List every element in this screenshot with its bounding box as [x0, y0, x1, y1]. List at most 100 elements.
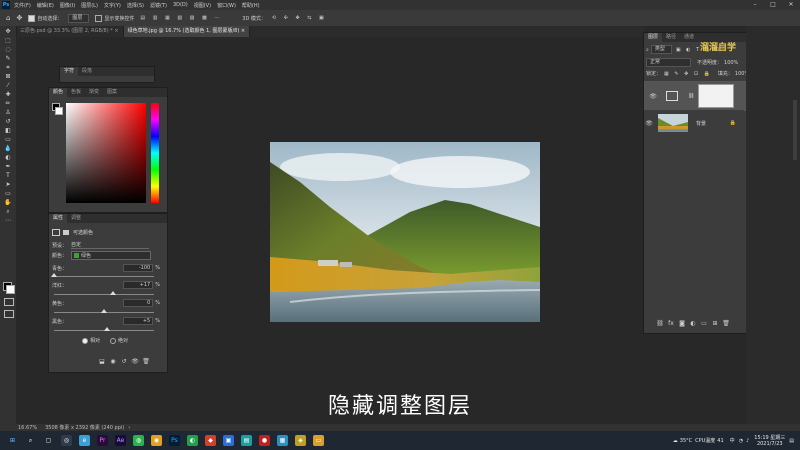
notification-icon[interactable]: ▤	[789, 438, 794, 444]
tab-adjustments[interactable]: 调整	[67, 214, 85, 223]
stamp-tool-icon[interactable]: ♙	[3, 109, 13, 116]
app-icon-yellow[interactable]: ◈	[295, 435, 306, 446]
gradient-icon[interactable]: ▭	[3, 136, 13, 143]
marquee-tool-icon[interactable]: ⬚	[3, 37, 13, 44]
app-icon-green[interactable]: ◐	[187, 435, 198, 446]
menu-edit[interactable]: 编辑(E)	[37, 2, 54, 9]
saturation-value-picker[interactable]	[66, 103, 146, 203]
weather-icon[interactable]: ☁	[673, 438, 678, 444]
eyedropper-icon[interactable]: ⁄	[3, 82, 13, 89]
clock[interactable]: 15:19 星期三 2021/7/23	[754, 435, 785, 447]
app-icon-teal[interactable]: ▤	[241, 435, 252, 446]
after-effects-icon[interactable]: Ae	[115, 435, 126, 446]
lasso-tool-icon[interactable]: ◌	[3, 46, 13, 53]
hand-tool-icon[interactable]: ✋	[3, 199, 13, 206]
close-icon[interactable]: ✕	[782, 0, 800, 10]
browser-icon[interactable]: ◎	[61, 435, 72, 446]
clip-to-layer-icon[interactable]: ⬓	[98, 358, 106, 365]
black-input[interactable]: +5	[123, 317, 154, 325]
weather-temp[interactable]: 35°C	[680, 438, 692, 444]
menu-type[interactable]: 文字(Y)	[104, 2, 121, 9]
chain-link-icon[interactable]: ⛓	[688, 93, 694, 100]
new-group-icon[interactable]: ▭	[700, 320, 708, 327]
colors-dropdown[interactable]: 绿色	[71, 250, 152, 260]
yellow-input[interactable]: 0	[123, 299, 154, 307]
network-icon[interactable]: ◔	[739, 438, 743, 444]
menu-select[interactable]: 选择(S)	[127, 2, 144, 9]
black-slider[interactable]	[54, 327, 154, 331]
menu-window[interactable]: 窗口(W)	[217, 2, 236, 9]
menu-layer[interactable]: 图层(L)	[81, 2, 98, 9]
layer-row-background[interactable]: 👁 背景 🔒	[644, 110, 744, 136]
crop-tool-icon[interactable]: ⌗	[3, 64, 13, 71]
new-layer-icon[interactable]: ⊞	[711, 320, 719, 327]
preset-dropdown[interactable]: 自定	[71, 241, 150, 249]
tab-sanyuanse[interactable]: 三原色.psd @ 33.3% (图层 2, RGB/8) * ×	[16, 26, 124, 37]
tab-layers[interactable]: 图层	[644, 33, 663, 42]
menu-filter[interactable]: 滤镜(T)	[150, 2, 167, 9]
windows-start-icon[interactable]: ⊞	[7, 435, 18, 446]
radio-relative[interactable]: 相对	[82, 337, 100, 344]
tab-color[interactable]: 颜色	[49, 88, 68, 97]
shape-tool-icon[interactable]: ▭	[3, 190, 13, 197]
hue-slider[interactable]	[151, 103, 159, 203]
app-icon-cyan[interactable]: ▦	[277, 435, 288, 446]
slider-knob[interactable]	[101, 309, 107, 313]
tab-close-icon[interactable]: ×	[114, 28, 118, 34]
menu-3d[interactable]: 3D(D)	[173, 2, 188, 8]
app-icon-red[interactable]: ◆	[205, 435, 216, 446]
cyan-slider[interactable]	[51, 273, 154, 277]
delete-icon[interactable]: 🗑	[142, 358, 150, 365]
visibility-eye-icon[interactable]: 👁	[644, 120, 654, 127]
tab-gradients[interactable]: 渐变	[85, 88, 103, 97]
pen-tool-icon[interactable]: ✒	[3, 163, 13, 170]
align-icons[interactable]: ▤ ▥ ▦ ▧ ▨ ▩ ⋯	[140, 15, 222, 21]
record-icon[interactable]: ●	[259, 435, 270, 446]
quick-select-icon[interactable]: ✎	[3, 55, 13, 62]
dock-scrollbar[interactable]	[793, 100, 797, 160]
chrome-icon[interactable]: ◉	[151, 435, 162, 446]
more-tools-icon[interactable]: ⋯	[3, 217, 13, 224]
add-mask-icon[interactable]: ◙	[678, 320, 686, 327]
blur-tool-icon[interactable]: 💧	[3, 145, 13, 152]
3d-mode-icons[interactable]: ⟲ ✣ ✥ ⇆ ▣	[272, 15, 327, 21]
path-select-icon[interactable]: ➤	[3, 181, 13, 188]
color-bg-swatch[interactable]	[55, 107, 63, 115]
tab-green-grass[interactable]: 绿色草地.jpg @ 16.7% (选取颜色 1, 图层蒙版/8) ×	[123, 26, 251, 37]
tab-properties[interactable]: 属性	[49, 214, 68, 223]
view-previous-icon[interactable]: ◉	[109, 358, 117, 365]
history-brush-icon[interactable]: ↺	[3, 118, 13, 125]
link-layers-icon[interactable]: ⛓	[656, 320, 664, 327]
tab-swatches[interactable]: 色板	[67, 88, 85, 97]
magenta-slider[interactable]	[54, 291, 154, 295]
eraser-icon[interactable]: ◧	[3, 127, 13, 134]
radio-absolute[interactable]: 绝对	[110, 337, 128, 344]
lock-icons[interactable]: ▦ ✎ ✥ ⊡ 🔒	[664, 71, 712, 77]
frame-tool-icon[interactable]: ⊠	[3, 73, 13, 80]
healing-brush-icon[interactable]: ✚	[3, 91, 13, 98]
cyan-input[interactable]: -100	[123, 264, 154, 272]
opacity-input[interactable]: 100%	[724, 60, 738, 66]
layer-kind-dropdown[interactable]: 类型	[650, 45, 672, 54]
tab-channels[interactable]: 通道	[680, 33, 698, 42]
edge-icon[interactable]: e	[79, 435, 90, 446]
zoom-level[interactable]: 16.67%	[18, 425, 37, 431]
visibility-icon[interactable]: 👁	[131, 358, 139, 365]
status-arrow-icon[interactable]: ›	[128, 425, 130, 431]
auto-select-checkbox[interactable]: 自动选择：	[28, 14, 62, 22]
yellow-slider[interactable]	[54, 309, 154, 313]
premiere-icon[interactable]: Pr	[97, 435, 108, 446]
task-view-icon[interactable]: ▢	[43, 435, 54, 446]
fx-icon[interactable]: fx	[667, 320, 675, 327]
tab-paths[interactable]: 路径	[662, 33, 680, 42]
blend-mode-dropdown[interactable]: 正常	[646, 58, 691, 67]
brush-tool-icon[interactable]: ✏	[3, 100, 13, 107]
visibility-eye-icon[interactable]: 👁	[648, 93, 658, 100]
mask-icon[interactable]	[63, 230, 69, 235]
menu-file[interactable]: 文件(F)	[14, 2, 31, 9]
dodge-tool-icon[interactable]: ◐	[3, 154, 13, 161]
magenta-input[interactable]: +17	[123, 281, 154, 289]
menu-view[interactable]: 视图(V)	[194, 2, 211, 9]
document-image[interactable]	[270, 142, 540, 322]
tab-character[interactable]: 字符	[60, 67, 79, 76]
